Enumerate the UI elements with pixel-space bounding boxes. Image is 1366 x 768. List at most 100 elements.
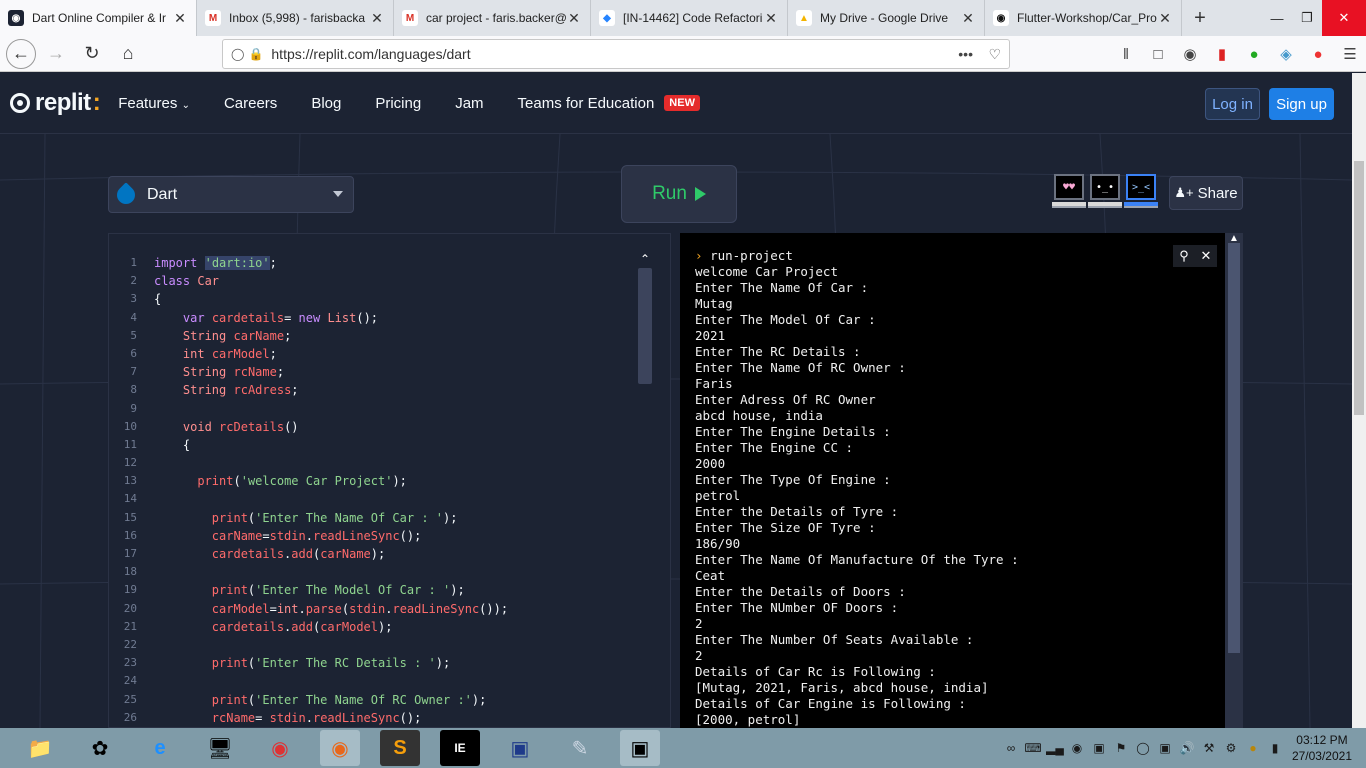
new-tab-button[interactable]: +: [1182, 0, 1218, 36]
run-button[interactable]: Run: [621, 165, 737, 223]
extension-tomato-icon[interactable]: ●: [1302, 46, 1334, 63]
menu-features[interactable]: Features ⌄: [118, 95, 190, 112]
tray-network-icon[interactable]: ◯: [1132, 741, 1154, 755]
close-tab-icon[interactable]: ✕: [763, 10, 779, 27]
code-line: 18: [109, 563, 670, 581]
tray-window-icon[interactable]: ▣: [1088, 741, 1110, 755]
tray-signal-icon[interactable]: ▂▄: [1044, 741, 1066, 755]
share-button[interactable]: ♟+ Share: [1169, 176, 1243, 210]
avatar[interactable]: •_•: [1088, 174, 1122, 210]
code-text: class Car: [154, 274, 220, 289]
browser-tab[interactable]: ◉ Dart Online Compiler & Ir ✕: [0, 0, 197, 36]
dart-icon: [113, 181, 139, 208]
menu-teams-for-education[interactable]: Teams for Education: [518, 95, 655, 112]
tray-battery-icon[interactable]: ▮: [1264, 741, 1286, 755]
multiplayer-avatars: ♥♥ •_• >_<: [1052, 174, 1160, 210]
tray-bitcoin-icon[interactable]: ●: [1242, 741, 1264, 755]
code-line: 3{: [109, 290, 670, 308]
collapse-up-icon[interactable]: ⌃: [640, 252, 650, 266]
page-actions-icon[interactable]: •••: [958, 46, 973, 62]
browser-tab[interactable]: ▲ My Drive - Google Drive ✕: [788, 0, 985, 36]
code-text: carModel=int.parse(stdin.readLineSync())…: [211, 601, 509, 616]
forward-arrow-icon[interactable]: →: [40, 38, 72, 70]
library-icon[interactable]: ‖: [1110, 46, 1142, 63]
tray-flag-icon[interactable]: ⚑: [1110, 741, 1132, 755]
menu-pricing[interactable]: Pricing: [375, 95, 421, 112]
tray-volume-icon[interactable]: 🔊: [1176, 741, 1198, 755]
code-text: cardetails.add(carName);: [211, 547, 386, 561]
menu-blog[interactable]: Blog: [311, 95, 341, 112]
extension-blue-icon[interactable]: ◈: [1270, 45, 1302, 63]
home-icon[interactable]: ⌂: [112, 38, 144, 70]
tab-label: [IN-14462] Code Refactori: [623, 11, 763, 25]
system-tray: ∞ ⌨ ▂▄ ◉ ▣ ⚑ ◯ ▣ 🔊 ⚒ ⚙ ● ▮: [1000, 728, 1286, 768]
tray-settings-icon[interactable]: ⚙: [1220, 741, 1242, 755]
browser-tab[interactable]: Mcar project - faris.backer@ ✕: [394, 0, 591, 36]
code-text: String rcName;: [182, 365, 285, 380]
reload-icon[interactable]: ↻: [76, 38, 108, 70]
menu-icon[interactable]: ☰: [1334, 45, 1366, 63]
page-scroll-thumb[interactable]: [1354, 161, 1364, 415]
sublime-text-icon[interactable]: S: [380, 730, 420, 766]
close-tab-icon[interactable]: ✕: [566, 10, 582, 27]
page-scrollbar[interactable]: [1352, 73, 1366, 728]
console-line: Enter The NUmber OF Doors :: [695, 600, 899, 615]
avatar[interactable]: ♥♥: [1052, 174, 1086, 210]
close-tab-icon[interactable]: ✕: [369, 10, 385, 27]
menu-careers[interactable]: Careers: [224, 95, 277, 112]
intellij-icon[interactable]: IE: [440, 730, 480, 766]
tray-monitor-icon[interactable]: ▣: [1154, 741, 1176, 755]
file-explorer-icon[interactable]: 📁: [20, 730, 60, 766]
avatar[interactable]: >_<: [1124, 174, 1158, 210]
tray-globe-icon[interactable]: ◉: [1066, 741, 1088, 755]
close-window-icon[interactable]: ✕: [1322, 0, 1366, 36]
close-tab-icon[interactable]: ✕: [1157, 10, 1173, 27]
tray-keyboard-icon[interactable]: ⌨: [1022, 741, 1044, 755]
account-icon[interactable]: ◉: [1174, 45, 1206, 63]
close-tab-icon[interactable]: ✕: [172, 10, 188, 27]
close-icon[interactable]: ✕: [1195, 245, 1217, 267]
line-number: 25: [123, 692, 137, 706]
browser-tab[interactable]: ◆ [IN-14462] Code Refactori ✕: [591, 0, 788, 36]
tray-link-icon[interactable]: ∞: [1000, 741, 1022, 755]
browser-tab[interactable]: ◉ Flutter-Workshop/Car_Pro ✕: [985, 0, 1182, 36]
code-line: 9: [109, 400, 670, 418]
close-tab-icon[interactable]: ✕: [960, 10, 976, 27]
replit-logo[interactable]: replit:: [10, 89, 101, 117]
system-clock[interactable]: 03:12 PM 27/03/2021: [1292, 732, 1352, 764]
browser-tab-strip: ◉ Dart Online Compiler & Ir ✕ M Inbox (5,998…: [0, 0, 1366, 36]
restore-icon[interactable]: ❐: [1292, 0, 1322, 36]
signup-button[interactable]: Sign up: [1269, 88, 1334, 120]
chrome-icon[interactable]: ◉: [260, 730, 300, 766]
extension-green-icon[interactable]: ●: [1238, 46, 1270, 63]
minimize-icon[interactable]: —: [1262, 0, 1292, 36]
homegroup-icon[interactable]: ✿: [80, 730, 120, 766]
login-button[interactable]: Log in: [1205, 88, 1260, 120]
firefox-icon[interactable]: ◉: [320, 730, 360, 766]
screen-recorder-icon[interactable]: ▣: [620, 730, 660, 766]
windows-taskbar: 📁 ✿ e 🖥 ◉ ◉ S IE ▣ ✎ ▣ ∞ ⌨ ▂▄ ◉ ▣ ⚑ ◯ ▣ …: [0, 728, 1366, 768]
console-scroll-thumb[interactable]: [1228, 243, 1240, 653]
internet-explorer-icon[interactable]: e: [140, 730, 180, 766]
editor-scrollbar[interactable]: [638, 268, 652, 384]
search-icon[interactable]: ⚲: [1173, 245, 1195, 267]
language-label: Dart: [147, 185, 178, 203]
console-output[interactable]: › run-project welcome Car Project Enter T…: [680, 233, 1243, 728]
virtualbox-icon[interactable]: ▣: [500, 730, 540, 766]
notepad-icon[interactable]: ✎: [560, 730, 600, 766]
computer-icon[interactable]: 🖥: [200, 730, 240, 766]
console-scrollbar[interactable]: ▲: [1225, 233, 1243, 728]
browser-tab[interactable]: M Inbox (5,998) - farisbacka ✕: [197, 0, 394, 36]
console-line: Enter The Number Of Seats Available :: [695, 632, 974, 647]
menu-jam[interactable]: Jam: [455, 95, 483, 112]
back-arrow-icon[interactable]: ←: [6, 38, 36, 69]
pocket-icon[interactable]: ♡: [988, 46, 1001, 63]
tray-tools-icon[interactable]: ⚒: [1198, 741, 1220, 755]
code-editor[interactable]: 1 import 'dart:io'; 2 class Car 3{4 var card…: [108, 233, 671, 728]
code-line: 4 var cardetails= new List();: [109, 309, 670, 327]
address-bar[interactable]: ◯ 🔒 https://replit.com/languages/dart ••…: [222, 39, 1010, 69]
language-select[interactable]: Dart: [108, 176, 354, 213]
sidebar-icon[interactable]: □: [1142, 46, 1174, 63]
extension-red-icon[interactable]: ▮: [1206, 45, 1238, 63]
code-line: 19 print('Enter The Model Of Car : ');: [109, 581, 670, 599]
